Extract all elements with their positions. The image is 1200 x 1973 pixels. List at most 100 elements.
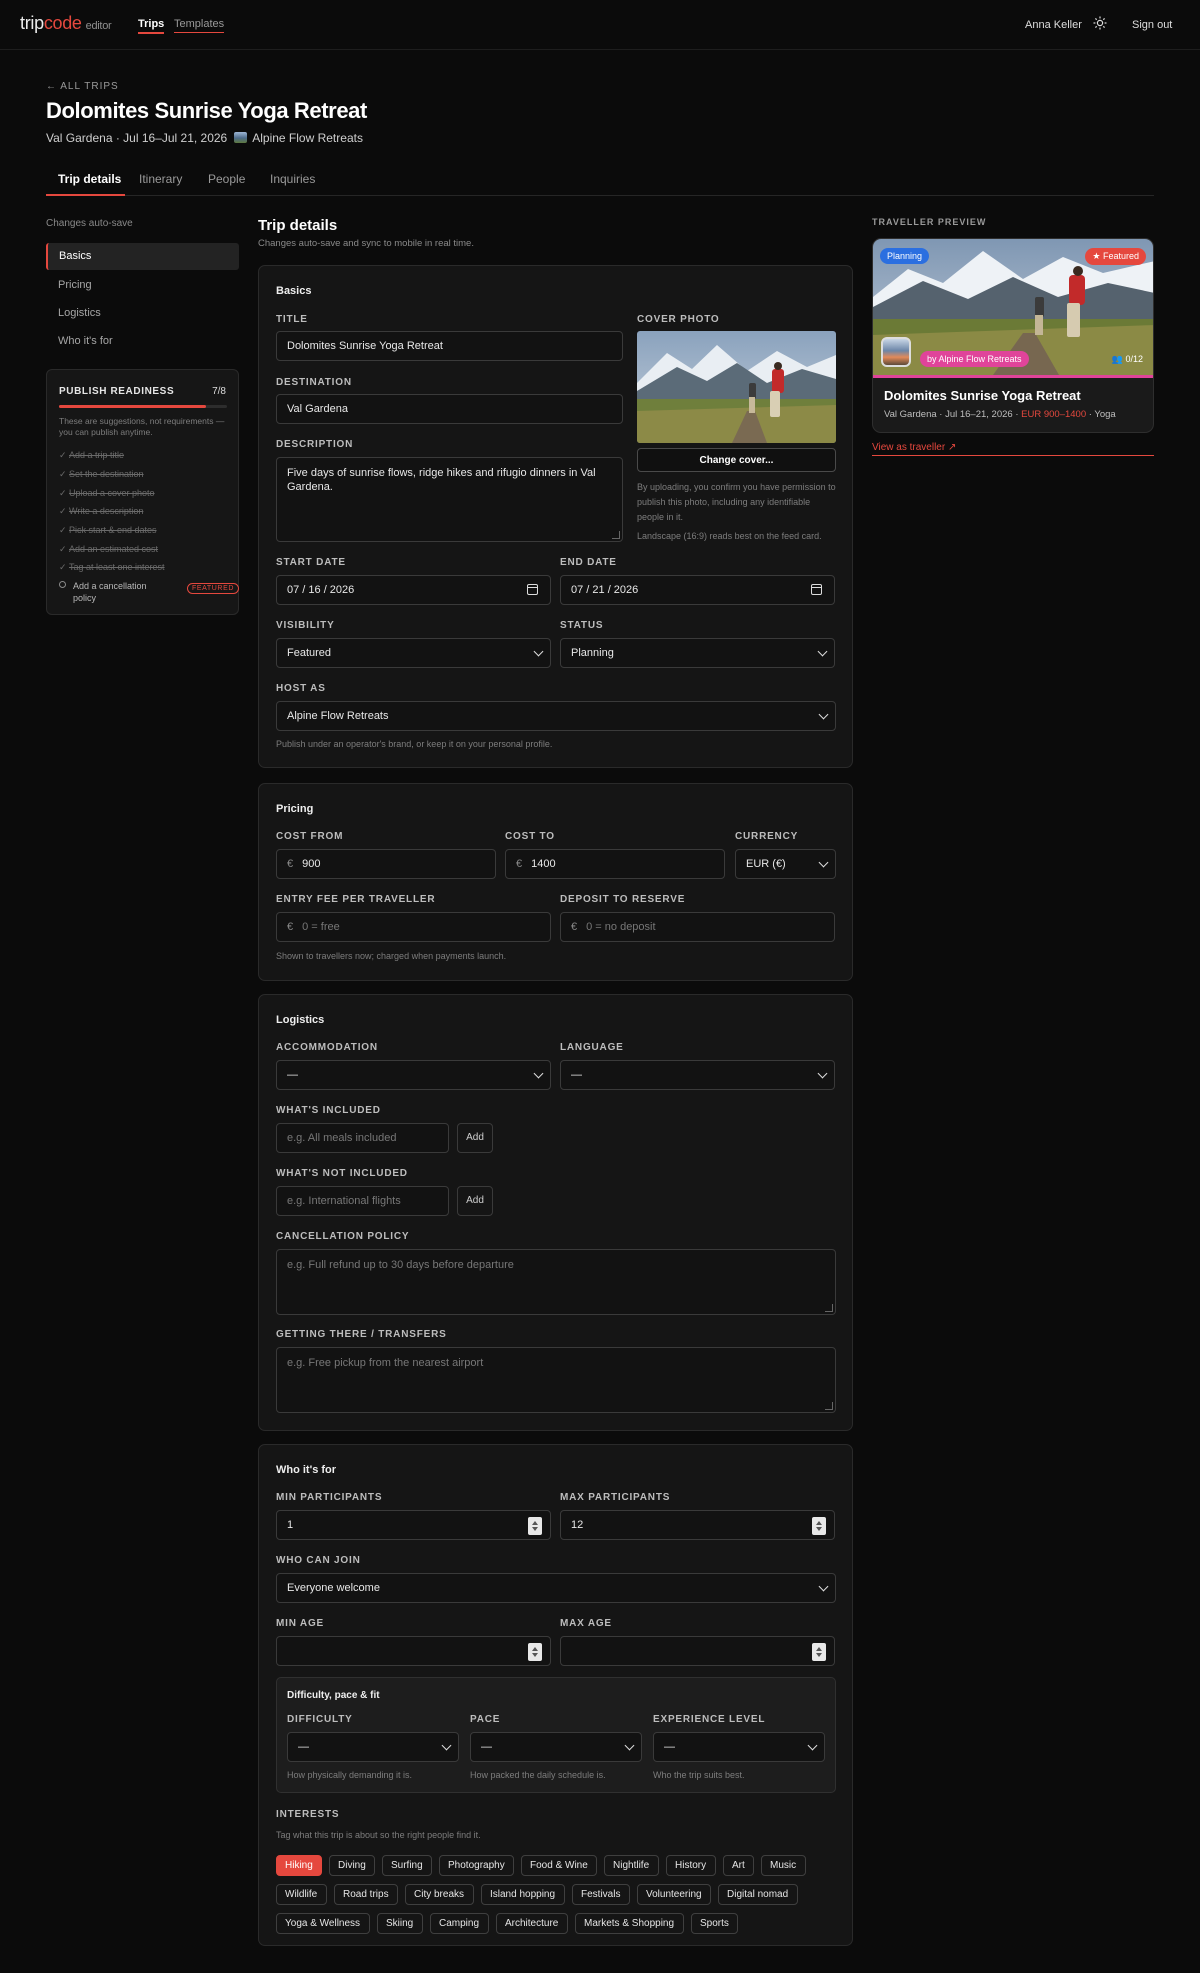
sidebar-item-who-its-for[interactable]: Who it's for [46, 328, 239, 355]
transfers-textarea[interactable]: e.g. Free pickup from the nearest airpor… [276, 1347, 836, 1413]
interest-chip[interactable]: Hiking [276, 1855, 322, 1876]
nav-templates[interactable]: Templates [174, 18, 225, 33]
cover-photo-image [637, 331, 836, 443]
end-date-input[interactable]: 07 / 21 / 2026 [560, 575, 835, 605]
sidebar-item-basics[interactable]: Basics [46, 243, 239, 270]
interest-chip[interactable]: Digital nomad [718, 1884, 798, 1905]
interest-chip[interactable]: Sports [691, 1913, 738, 1934]
interest-chip[interactable]: Volunteering [637, 1884, 711, 1905]
field-label: STATUS [560, 620, 604, 631]
interest-chip[interactable]: Yoga & Wellness [276, 1913, 370, 1934]
interest-chip[interactable]: Festivals [572, 1884, 630, 1905]
interest-chip[interactable]: Art [723, 1855, 754, 1876]
visibility-select[interactable]: Featured [276, 638, 551, 668]
preview-meta-price: EUR 900–1400 [1021, 409, 1087, 420]
tab-inquiries[interactable]: Inquiries [270, 172, 315, 186]
tab-people[interactable]: People [208, 172, 245, 186]
currency-select[interactable]: EUR (€) [735, 849, 836, 879]
pace-help: How packed the daily schedule is. [470, 1770, 606, 1780]
entry-fee-input[interactable]: €0 = free [276, 912, 551, 942]
difficulty-select[interactable]: — [287, 1732, 459, 1762]
interest-chip[interactable]: Architecture [496, 1913, 568, 1934]
field-label: COST FROM [276, 831, 344, 842]
logo[interactable]: tripcode editor [20, 13, 112, 34]
interest-chip[interactable]: Diving [329, 1855, 375, 1876]
who-can-join-select[interactable]: Everyone welcome [276, 1573, 836, 1603]
stepper-icon[interactable] [812, 1643, 826, 1661]
interest-chip[interactable]: Skiing [377, 1913, 423, 1934]
interest-chip[interactable]: Wildlife [276, 1884, 327, 1905]
stepper-icon[interactable] [528, 1517, 542, 1535]
accommodation-select[interactable]: — [276, 1060, 551, 1090]
difficulty-help: How physically demanding it is. [287, 1770, 413, 1780]
interest-chip[interactable]: Island hopping [481, 1884, 565, 1905]
traveller-preview-card[interactable]: Planning ★ Featured by Alpine Flow Retre… [872, 238, 1154, 433]
readiness-progress-bar [59, 405, 227, 408]
check-icon: ✓ [59, 525, 67, 535]
interest-chip[interactable]: Camping [430, 1913, 489, 1934]
description-textarea[interactable]: Five days of sunrise flows, ridge hikes … [276, 457, 623, 542]
field-label: HOST AS [276, 683, 326, 694]
interest-chip[interactable]: Music [761, 1855, 806, 1876]
featured-pill: ★ Featured [1085, 248, 1146, 265]
language-select[interactable]: — [560, 1060, 835, 1090]
add-not-included-button[interactable]: Add [457, 1186, 493, 1216]
change-cover-button[interactable]: Change cover... [637, 448, 836, 472]
back-to-all-trips-link[interactable]: ← ALL TRIPS [46, 81, 119, 92]
checklist-item-label: Pick start & end dates [69, 525, 157, 535]
resize-handle-icon[interactable] [825, 1304, 833, 1312]
check-icon: ✓ [59, 469, 67, 479]
min-participants-input[interactable]: 1 [276, 1510, 551, 1540]
interest-chip[interactable]: Markets & Shopping [575, 1913, 684, 1934]
stepper-icon[interactable] [528, 1643, 542, 1661]
nav-trips[interactable]: Trips [138, 18, 165, 34]
view-as-traveller-link[interactable]: View as traveller ↗ [872, 442, 1154, 456]
add-included-button[interactable]: Add [457, 1123, 493, 1153]
sidebar-item-pricing[interactable]: Pricing [46, 272, 239, 299]
tab-trip-details[interactable]: Trip details [58, 172, 121, 186]
included-input[interactable]: e.g. All meals included [276, 1123, 449, 1153]
section-title: Trip details [258, 217, 338, 234]
checklist-item-done: ✓ Add an estimated cost [59, 544, 158, 555]
interest-chip[interactable]: Road trips [334, 1884, 398, 1905]
cost-to-input[interactable]: €1400 [505, 849, 725, 879]
theme-toggle-icon[interactable] [1093, 16, 1107, 30]
calendar-icon[interactable] [811, 584, 822, 595]
calendar-icon[interactable] [527, 584, 538, 595]
chevron-down-icon [807, 1740, 818, 1751]
transfers-placeholder: e.g. Free pickup from the nearest airpor… [287, 1357, 484, 1369]
interest-chip[interactable]: History [666, 1855, 716, 1876]
status-value: Planning [571, 647, 614, 659]
interest-chip[interactable]: Food & Wine [521, 1855, 597, 1876]
experience-level-select[interactable]: — [653, 1732, 825, 1762]
interest-chip[interactable]: Nightlife [604, 1855, 659, 1876]
max-age-input[interactable] [560, 1636, 835, 1666]
tab-itinerary[interactable]: Itinerary [139, 172, 182, 186]
deposit-input[interactable]: €0 = no deposit [560, 912, 835, 942]
max-participants-input[interactable]: 12 [560, 1510, 835, 1540]
interest-chip[interactable]: Photography [439, 1855, 514, 1876]
difficulty-pace-fit-panel: Difficulty, pace & fit DIFFICULTY — How … [276, 1677, 836, 1793]
interest-chip[interactable]: City breaks [405, 1884, 474, 1905]
field-label: INTERESTS [276, 1809, 340, 1820]
active-tab-indicator [46, 194, 125, 196]
resize-handle-icon[interactable] [612, 531, 620, 539]
min-age-input[interactable] [276, 1636, 551, 1666]
title-input[interactable]: Dolomites Sunrise Yoga Retreat [276, 331, 623, 361]
status-select[interactable]: Planning [560, 638, 835, 668]
euro-icon: € [287, 921, 294, 933]
pace-select[interactable]: — [470, 1732, 642, 1762]
sidebar-item-logistics[interactable]: Logistics [46, 300, 239, 327]
cost-from-input[interactable]: €900 [276, 849, 496, 879]
start-date-input[interactable]: 07 / 16 / 2026 [276, 575, 551, 605]
host-as-select[interactable]: Alpine Flow Retreats [276, 701, 836, 731]
destination-input[interactable]: Val Gardena [276, 394, 623, 424]
interest-chip[interactable]: Surfing [382, 1855, 432, 1876]
deposit-placeholder: 0 = no deposit [586, 921, 656, 933]
not-included-input[interactable]: e.g. International flights [276, 1186, 449, 1216]
sign-out-button[interactable]: Sign out [1132, 19, 1172, 31]
user-name[interactable]: Anna Keller [1025, 19, 1082, 31]
resize-handle-icon[interactable] [825, 1402, 833, 1410]
stepper-icon[interactable] [812, 1517, 826, 1535]
cancellation-policy-textarea[interactable]: e.g. Full refund up to 30 days before de… [276, 1249, 836, 1315]
